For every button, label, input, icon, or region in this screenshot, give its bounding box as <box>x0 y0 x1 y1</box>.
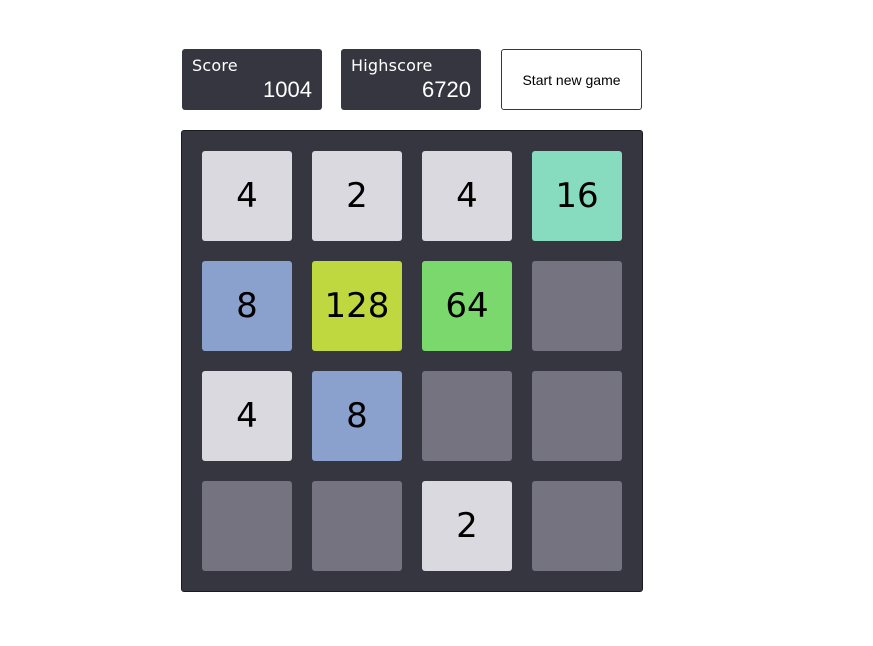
empty-cell <box>422 371 512 461</box>
tile: 8 <box>202 261 292 351</box>
tile: 8 <box>312 371 402 461</box>
tile: 4 <box>202 371 292 461</box>
highscore-value: 6720 <box>422 77 471 102</box>
tile: 16 <box>532 151 622 241</box>
empty-cell <box>532 371 622 461</box>
highscore-box: Highscore 6720 <box>341 49 481 110</box>
score-value: 1004 <box>263 77 312 102</box>
empty-cell <box>532 261 622 351</box>
empty-cell <box>202 481 292 571</box>
tile: 128 <box>312 261 402 351</box>
tile: 4 <box>202 151 292 241</box>
empty-cell <box>312 481 402 571</box>
score-box: Score 1004 <box>182 49 322 110</box>
tile: 2 <box>312 151 402 241</box>
start-new-game-button[interactable]: Start new game <box>501 49 642 110</box>
tile: 4 <box>422 151 512 241</box>
tile: 64 <box>422 261 512 351</box>
tile: 2 <box>422 481 512 571</box>
empty-cell <box>532 481 622 571</box>
highscore-label: Highscore <box>351 56 433 75</box>
game-board[interactable]: 4 2 4 16 8 128 64 4 8 2 <box>181 130 643 592</box>
score-label: Score <box>192 56 238 75</box>
